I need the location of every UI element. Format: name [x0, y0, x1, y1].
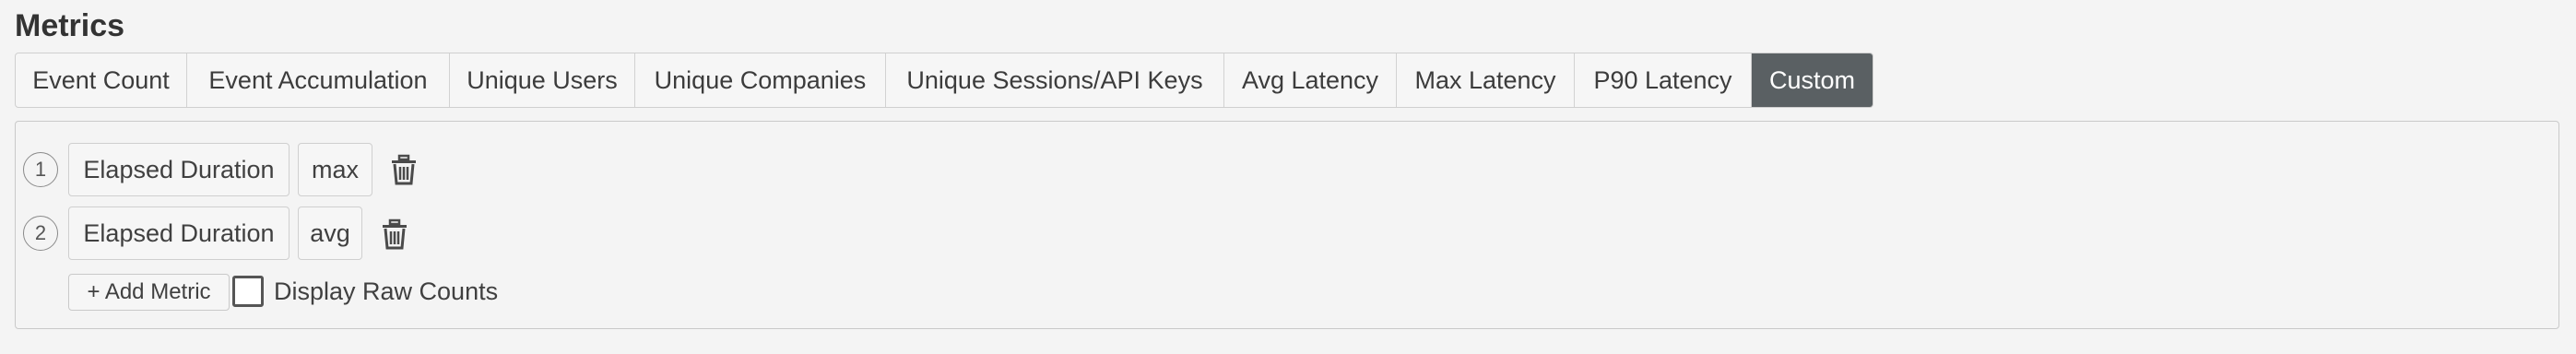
metric-field-select[interactable]: Elapsed Duration [68, 206, 290, 260]
metric-row: 1 Elapsed Duration max [16, 143, 2558, 196]
display-raw-counts-label: Display Raw Counts [274, 277, 499, 305]
tab-event-count[interactable]: Event Count [16, 53, 187, 107]
tab-unique-users[interactable]: Unique Users [450, 53, 635, 107]
metric-index-badge: 1 [23, 152, 58, 187]
metric-index-badge: 2 [23, 216, 58, 251]
custom-metrics-panel: 1 Elapsed Duration max 2 Elapsed Duratio… [15, 121, 2559, 329]
tab-unique-companies[interactable]: Unique Companies [635, 53, 886, 107]
add-metric-button[interactable]: + Add Metric [68, 274, 230, 311]
trash-icon[interactable] [390, 154, 418, 185]
tab-avg-latency[interactable]: Avg Latency [1224, 53, 1397, 107]
metric-type-tabs: Event Count Event Accumulation Unique Us… [15, 53, 1873, 108]
metric-aggregation-select[interactable]: max [298, 143, 372, 196]
tab-unique-sessions-api-keys[interactable]: Unique Sessions/API Keys [886, 53, 1224, 107]
tab-custom[interactable]: Custom [1752, 53, 1873, 107]
metric-row: 2 Elapsed Duration avg [16, 206, 2558, 260]
tab-p90-latency[interactable]: P90 Latency [1575, 53, 1752, 107]
display-raw-counts-checkbox[interactable] [232, 276, 264, 307]
trash-icon[interactable] [381, 218, 408, 250]
tab-max-latency[interactable]: Max Latency [1397, 53, 1575, 107]
metric-aggregation-select[interactable]: avg [298, 206, 362, 260]
section-title: Metrics [15, 8, 125, 43]
tab-event-accumulation[interactable]: Event Accumulation [187, 53, 450, 107]
metric-field-select[interactable]: Elapsed Duration [68, 143, 290, 196]
